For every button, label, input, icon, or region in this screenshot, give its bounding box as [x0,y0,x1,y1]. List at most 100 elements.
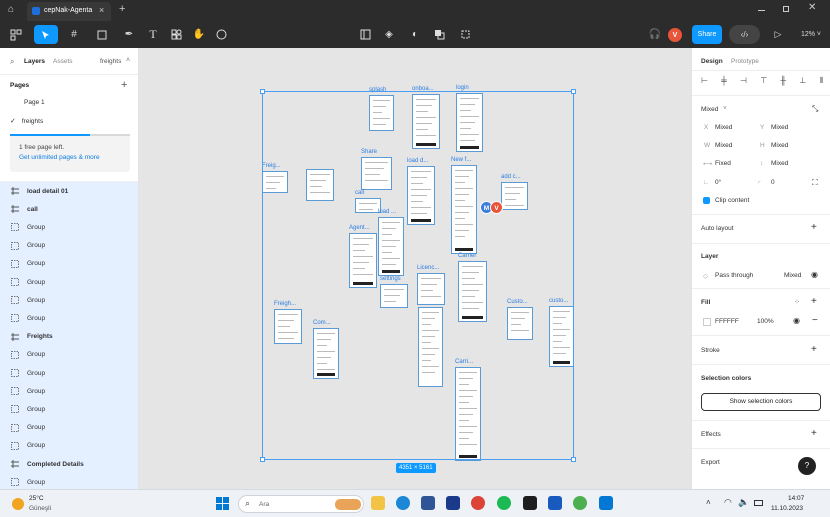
shape-tool-icon[interactable] [91,25,113,44]
show-selection-colors-button[interactable]: Show selection colors [701,393,821,411]
chevron-up-icon[interactable]: ˄ [126,57,130,64]
store-icon[interactable] [421,496,435,510]
chevron-up-icon[interactable]: ˄ [706,498,711,507]
align-center-v-icon[interactable]: ╫ [780,76,786,88]
resize-to-fit-icon[interactable]: ⤡ [812,104,818,114]
boolean-icon[interactable] [431,25,447,44]
taskbar-search[interactable]: ⌕ Ara [238,495,364,513]
chrome-icon[interactable] [471,496,485,510]
chrome-profile-icon[interactable] [573,496,587,510]
clip-content-checkbox[interactable] [703,197,710,204]
share-button[interactable]: Share [692,25,722,44]
speaker-icon[interactable]: 🔈 [738,497,749,508]
pen-tool-icon[interactable]: ✒ [118,25,140,44]
tab-prototype[interactable]: Prototype [731,58,759,65]
resize-handle[interactable] [571,457,576,462]
comment-tool-icon[interactable] [213,25,229,44]
frame-type-select[interactable]: Mixed [701,106,718,113]
search-icon[interactable]: ⌕ [10,57,14,67]
remove-fill-button[interactable]: − [812,315,818,326]
windows-start-icon[interactable] [216,497,229,510]
layer-row[interactable]: Freights [0,328,138,346]
page-item[interactable]: ✓ freights [0,112,138,130]
home-icon[interactable]: ⌂ [8,5,18,15]
text-tool-icon[interactable]: T [145,25,161,44]
align-bottom-icon[interactable]: ⊥ [799,76,806,88]
minimize-icon[interactable] [758,10,765,11]
user-avatar[interactable]: V [668,28,682,42]
present-icon[interactable]: ▷ [770,25,786,44]
layer-row[interactable]: Completed Details [0,455,138,473]
layer-opacity-input[interactable]: Mixed [784,272,801,279]
wifi-icon[interactable]: ◠ [724,497,732,508]
new-tab-button[interactable]: + [119,3,125,15]
battery-icon[interactable] [754,500,763,506]
help-button[interactable]: ? [798,457,816,475]
edge-icon[interactable] [396,496,410,510]
tab-design[interactable]: Design [701,58,723,65]
layer-row[interactable]: Group [0,273,138,291]
distribute-icon[interactable]: ⦀ [819,76,823,88]
height-mode-select[interactable]: Mixed [771,160,788,167]
audio-headphones-icon[interactable]: 🎧 [647,25,663,44]
page-item[interactable]: Page 1 [0,93,138,111]
tab-layers[interactable]: Layers [24,58,45,65]
word-icon[interactable] [548,496,562,510]
figma-app-icon[interactable] [523,496,537,510]
fill-opacity-input[interactable]: 100% [757,318,774,325]
close-window-icon[interactable]: ✕ [808,2,816,13]
resources-icon[interactable] [168,25,184,44]
blend-mode-select[interactable]: Pass through [715,272,753,279]
tab-close-icon[interactable]: × [99,5,104,15]
mask-icon[interactable]: ◐ [407,25,423,44]
layer-row[interactable]: Group [0,419,138,437]
layer-row[interactable]: Group [0,309,138,327]
fill-swatch[interactable] [703,318,711,326]
add-fill-button[interactable]: + [811,296,817,307]
h-input[interactable]: Mixed [771,142,788,149]
layer-row[interactable]: Group [0,291,138,309]
align-right-icon[interactable]: ⊣ [740,76,747,88]
resize-handle[interactable] [260,89,265,94]
clock-time[interactable]: 14:07 [788,495,804,502]
maximize-icon[interactable] [783,6,789,12]
layer-row[interactable]: Group [0,473,138,489]
layer-row[interactable]: Group [0,382,138,400]
clock-date[interactable]: 11.10.2023 [771,505,803,512]
add-auto-layout-button[interactable]: + [811,222,817,233]
eye-icon[interactable]: ◉ [793,316,800,325]
layer-row[interactable]: Group [0,255,138,273]
rotation-input[interactable]: 0° [715,179,721,186]
document-tab[interactable]: cepNak-Agenta × [27,2,111,21]
independent-corners-icon[interactable]: ⛶ [812,178,818,188]
weather-temp[interactable]: 25°C [29,495,44,502]
pen-app-icon[interactable] [446,496,460,510]
layer-row[interactable]: call [0,200,138,218]
weather-desc[interactable]: Güneşli [29,505,51,512]
page-selector[interactable]: freights [100,58,121,65]
selection-box[interactable] [262,91,574,460]
tab-assets[interactable]: Assets [53,58,73,65]
upgrade-link[interactable]: Get unlimited pages & more [19,154,100,161]
layer-row[interactable]: Group [0,400,138,418]
x-input[interactable]: Mixed [715,124,732,131]
eye-icon[interactable]: ◉ [811,270,818,279]
spotify-icon[interactable] [497,496,511,510]
add-effect-button[interactable]: + [811,428,817,439]
layer-row[interactable]: Group [0,218,138,236]
dev-mode-toggle[interactable]: ‹/› [729,25,760,44]
hand-tool-icon[interactable]: ✋ [191,25,207,44]
align-left-icon[interactable]: ⊢ [701,76,708,88]
radius-input[interactable]: 0 [771,179,775,186]
layer-row[interactable]: Group [0,437,138,455]
align-top-icon[interactable]: ⊤ [760,76,767,88]
crop-icon[interactable] [457,25,473,44]
file-explorer-icon[interactable] [371,496,385,510]
vscode-icon[interactable] [599,496,613,510]
w-input[interactable]: Mixed [715,142,732,149]
design-canvas[interactable]: splash onboa... login Share load d... New f..… [139,48,691,489]
component-icon[interactable]: ◈ [381,25,397,44]
chevron-down-icon[interactable]: ˅ [723,105,727,112]
layout-toggle-icon[interactable] [357,25,373,44]
resize-handle[interactable] [260,457,265,462]
